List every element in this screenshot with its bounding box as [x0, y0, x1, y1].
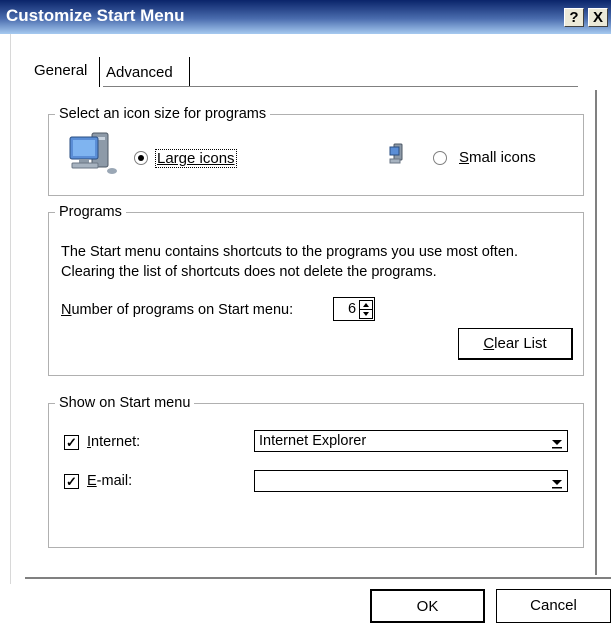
dialog-divider [25, 577, 611, 579]
window-title: Customize Start Menu [6, 6, 185, 25]
window-frame-left [10, 34, 11, 584]
tab-divider [103, 86, 578, 87]
email-dropdown[interactable] [254, 470, 568, 492]
icon-size-legend: Select an icon size for programs [59, 106, 267, 122]
clear-list-button[interactable]: Clear List [458, 328, 573, 360]
cancel-button[interactable]: Cancel [496, 589, 611, 623]
show-on-start-legend: Show on Start menu [59, 395, 191, 411]
large-icons-label[interactable]: Large icons [155, 149, 237, 168]
small-icons-radio[interactable] [433, 151, 447, 165]
computer-large-icon [66, 131, 124, 179]
stepper-arrows-icon[interactable] [359, 300, 373, 319]
internet-label: Internet: [87, 434, 141, 450]
internet-dropdown[interactable]: Internet Explorer [254, 430, 568, 452]
program-count-value: 6 [348, 301, 357, 317]
email-checkbox[interactable]: ✓ [64, 474, 79, 489]
internet-dropdown-value: Internet Explorer [259, 433, 367, 449]
large-icons-radio[interactable] [134, 151, 148, 165]
programs-description-line1: The Start menu contains shortcuts to the… [61, 244, 518, 260]
email-label: E-mail: [87, 473, 133, 489]
programs-legend: Programs [59, 204, 122, 220]
computer-small-icon [389, 142, 405, 166]
title-bar: Customize Start Menu ? X [0, 0, 611, 34]
tab-advanced-label: Advanced [106, 64, 173, 81]
tab-general[interactable]: General [30, 57, 100, 87]
program-count-stepper[interactable]: 6 [333, 297, 375, 321]
help-button[interactable]: ? [564, 8, 584, 27]
internet-checkbox[interactable]: ✓ [64, 435, 79, 450]
program-count-label: Number of programs on Start menu: [61, 302, 294, 318]
tab-advanced[interactable]: Advanced [102, 57, 190, 87]
small-icons-label[interactable]: Small icons [459, 149, 536, 166]
tab-general-label: General [34, 62, 88, 79]
ok-button[interactable]: OK [370, 589, 485, 623]
chevron-down-icon[interactable] [551, 475, 563, 489]
chevron-down-icon[interactable] [551, 435, 563, 449]
close-button[interactable]: X [588, 8, 608, 27]
panel-border-right [595, 90, 597, 575]
programs-description-line2: Clearing the list of shortcuts does not … [61, 264, 437, 280]
